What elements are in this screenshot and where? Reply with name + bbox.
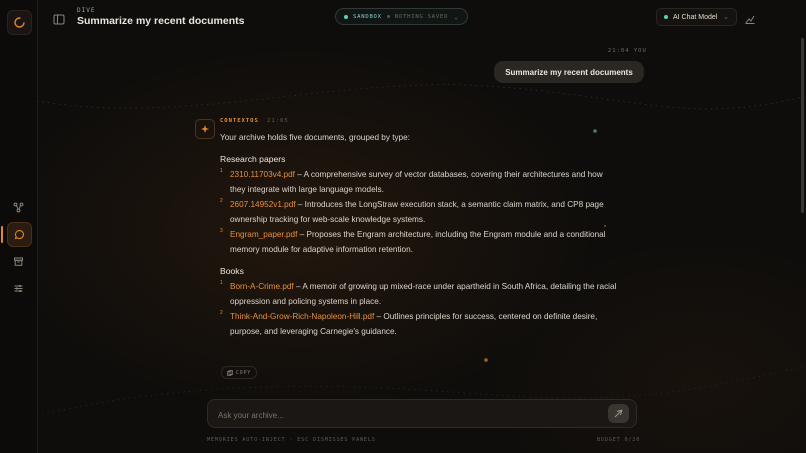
breadcrumb: DIVE — [77, 7, 96, 14]
send-button[interactable] — [608, 404, 629, 423]
ask-input[interactable] — [216, 407, 600, 423]
list-item: 1 Born-A-Crime.pdf – A memoir of growing … — [220, 279, 620, 309]
sandbox-label: SANDBOX — [353, 13, 382, 20]
list-item: 2 Think-And-Grow-Rich-Napoleon-Hill.pdf –… — [220, 309, 620, 339]
agent-header: CONTEXTOS 21:05 — [220, 118, 289, 124]
logo-icon[interactable] — [7, 10, 32, 35]
user-message: Summarize my recent documents — [494, 61, 644, 83]
network-icon[interactable] — [7, 196, 30, 219]
send-icon — [614, 409, 623, 418]
sparkle-icon — [195, 119, 215, 139]
item-number: 1 — [220, 280, 223, 286]
copy-button[interactable]: COPY — [221, 366, 257, 379]
document-link[interactable]: Born-A-Crime.pdf — [230, 282, 294, 291]
document-link[interactable]: Think-And-Grow-Rich-Napoleon-Hill.pdf — [230, 312, 374, 321]
chat-icon[interactable] — [1, 222, 32, 247]
composer — [207, 399, 637, 428]
agent-message: Your archive holds five documents, group… — [220, 130, 620, 339]
item-number: 3 — [220, 228, 223, 234]
item-number: 2 — [220, 310, 223, 316]
list-item: 3 Engram_paper.pdf – Proposes the Engram … — [220, 227, 620, 257]
item-number: 2 — [220, 198, 223, 204]
separator-dot — [386, 15, 390, 18]
chevron-down-icon: ⌄ — [453, 12, 459, 21]
copy-label: COPY — [235, 369, 252, 376]
composer-hint: MEMORIES AUTO-INJECT · ESC DISMISSES PAN… — [207, 437, 376, 443]
user-timestamp: 21:04 YOU — [608, 48, 647, 54]
budget-counter: BUDGET 0/20 — [597, 437, 641, 443]
document-link[interactable]: 2310.11703v4.pdf — [230, 170, 295, 179]
section-heading: Research papers — [220, 154, 286, 164]
item-number: 1 — [220, 168, 223, 174]
document-link[interactable]: Engram_paper.pdf — [230, 230, 297, 239]
archive-icon[interactable] — [7, 250, 30, 273]
section-heading: Books — [220, 266, 244, 276]
sliders-icon[interactable] — [7, 277, 30, 300]
list-item: 2 2607.14952v1.pdf – Introduces the LongS… — [220, 197, 620, 227]
chart-icon[interactable] — [744, 12, 756, 24]
agent-timestamp: 21:05 — [267, 118, 289, 124]
list-item: 1 2310.11703v4.pdf – A comprehensive surv… — [220, 167, 620, 197]
saved-status: NOTHING SAVED — [394, 13, 449, 20]
sidebar — [0, 0, 38, 453]
model-status-dot — [664, 15, 668, 19]
page-title: Summarize my recent documents — [77, 15, 245, 27]
sandbox-dot — [344, 14, 348, 19]
chevron-down-icon: ⌄ — [723, 14, 729, 21]
agent-name: CONTEXTOS — [220, 118, 259, 124]
model-selector[interactable]: AI Chat Model ⌄ — [656, 8, 737, 26]
panel-toggle-icon[interactable] — [53, 12, 65, 25]
document-link[interactable]: 2607.14952v1.pdf — [230, 200, 296, 209]
scrollbar[interactable] — [801, 38, 804, 213]
sandbox-status-pill[interactable]: SANDBOX NOTHING SAVED ⌄ — [335, 8, 468, 25]
message-intro: Your archive holds five documents, group… — [220, 133, 410, 142]
copy-icon — [227, 369, 233, 376]
model-label: AI Chat Model — [673, 13, 718, 21]
